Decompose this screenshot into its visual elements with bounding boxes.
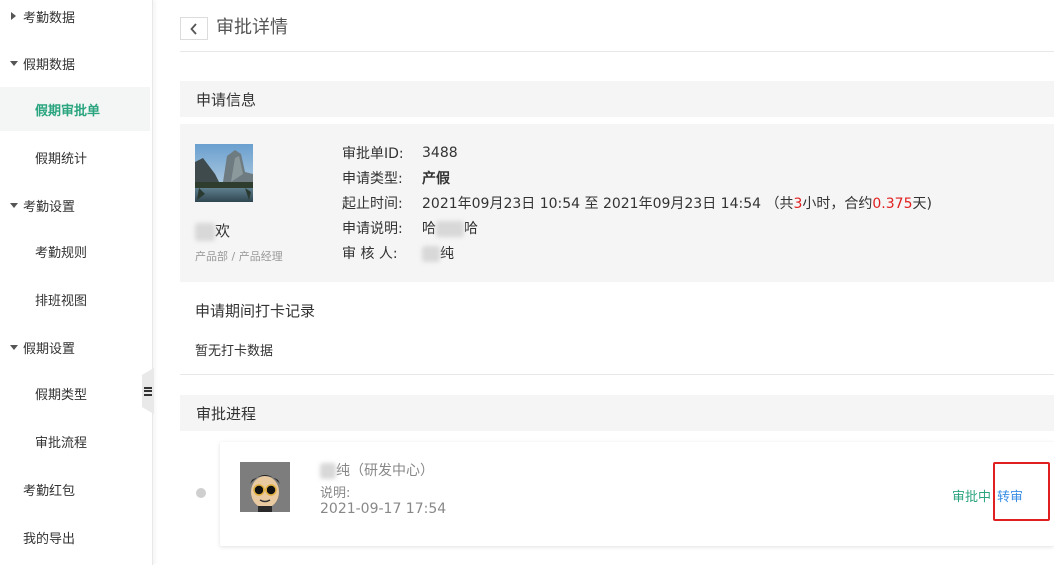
- section-apply-info: 申请信息: [180, 81, 1054, 117]
- blurred-text: [436, 220, 464, 237]
- landscape-photo-icon: [195, 144, 253, 202]
- checkin-empty-text: 暂无打卡数据: [195, 344, 274, 359]
- info-label: 起止时间:: [342, 195, 403, 212]
- sidebar-item-leave-approvals[interactable]: 假期审批单: [0, 87, 150, 131]
- chevron-left-icon: [190, 22, 197, 35]
- applicant-avatar: [195, 144, 253, 202]
- highlight-annotation-box: [993, 462, 1050, 521]
- sidebar-item-my-exports[interactable]: 我的导出: [0, 515, 150, 559]
- reviewer-time: 2021-09-17 17:54: [320, 501, 447, 517]
- info-label: 申请类型:: [342, 170, 403, 187]
- sidebar-item-approval-flow[interactable]: 审批流程: [0, 419, 150, 463]
- divider: [180, 374, 1054, 375]
- cartoon-avatar-icon: [240, 462, 290, 512]
- applicant-department: 产品部 / 产品经理: [195, 250, 283, 263]
- info-row-id: 审批单ID: 3488: [342, 140, 932, 165]
- sidebar-item-leave-types[interactable]: 假期类型: [0, 371, 150, 415]
- menu-group-label: 考勤数据: [23, 10, 76, 26]
- sidebar-item-label: 审批流程: [35, 435, 88, 451]
- section-process: 审批进程: [180, 395, 1054, 431]
- blurred-text: [195, 222, 215, 241]
- info-label: 审批单ID:: [342, 145, 404, 162]
- days-value: 0.375: [872, 195, 913, 212]
- note-prefix: 哈: [422, 220, 436, 237]
- time-post: 天): [912, 195, 932, 212]
- time-range: 2021年09月23日 10:54 至 2021年09月23日 14:54 （共: [422, 195, 794, 212]
- blurred-text: [422, 245, 440, 262]
- info-value: 哈哈: [422, 218, 478, 238]
- main-content: 审批详情 申请信息 欢 产品部 / 产品经理 审批单ID: 3488 申请类型:…: [180, 0, 1054, 565]
- info-value: 3488: [422, 144, 458, 161]
- section-checkin-title: 申请期间打卡记录: [195, 302, 316, 320]
- caret-down-icon: [10, 202, 18, 208]
- sidebar-item-label: 我的导出: [23, 531, 76, 547]
- menu-group-leave-settings[interactable]: 假期设置: [0, 325, 150, 369]
- menu-group-label: 假期设置: [23, 341, 76, 357]
- menu-icon: [144, 386, 152, 396]
- caret-down-icon: [10, 344, 18, 350]
- menu-group-label: 假期数据: [23, 57, 76, 73]
- menu-group-attendance-data[interactable]: 考勤数据: [0, 0, 150, 38]
- sidebar-item-label: 假期类型: [35, 387, 88, 403]
- reviewer-suffix: 纯: [440, 245, 454, 262]
- sidebar-item-label: 假期审批单: [35, 103, 101, 119]
- sidebar-item-label: 考勤规则: [35, 245, 88, 261]
- sidebar-item-attendance-redpacket[interactable]: 考勤红包: [0, 467, 150, 511]
- blurred-text: [320, 463, 336, 479]
- caret-down-icon: [10, 60, 18, 66]
- info-value: 产假: [422, 170, 450, 187]
- sidebar-item-label: 考勤红包: [23, 483, 76, 499]
- caret-right-icon: [11, 12, 16, 20]
- info-row-time: 起止时间: 2021年09月23日 10:54 至 2021年09月23日 14…: [342, 190, 932, 215]
- info-row-reviewer: 审 核 人: 纯: [342, 240, 932, 265]
- back-button[interactable]: [180, 17, 208, 40]
- reviewer-avatar: [240, 462, 290, 512]
- reviewer-suffix: 纯: [336, 463, 350, 479]
- status-badge: 审批中: [952, 490, 992, 505]
- sidebar: 考勤数据 假期数据 假期审批单 假期统计 考勤设置 考勤规则 排班视图 假期设置…: [0, 0, 153, 565]
- info-label: 申请说明:: [342, 220, 403, 237]
- menu-group-leave-data[interactable]: 假期数据: [0, 41, 150, 85]
- note-suffix: 哈: [464, 220, 478, 237]
- apply-info-rows: 审批单ID: 3488 申请类型: 产假 起止时间: 2021年09月23日 1…: [342, 140, 932, 265]
- sidebar-collapse-handle[interactable]: [142, 368, 154, 414]
- applicant-name: 欢: [195, 220, 230, 241]
- sidebar-item-attendance-rules[interactable]: 考勤规则: [0, 229, 150, 273]
- process-card: 纯（研发中心） 说明: 2021-09-17 17:54 审批中 转审: [220, 442, 1054, 546]
- info-label: 审 核 人:: [342, 245, 398, 262]
- applicant-name-suffix: 欢: [215, 222, 231, 240]
- time-mid: 小时，合约: [802, 195, 873, 212]
- reviewer-dept: （研发中心）: [350, 463, 434, 479]
- reviewer-name: 纯（研发中心）: [320, 460, 434, 480]
- info-value: 纯: [422, 243, 454, 263]
- info-row-type: 申请类型: 产假: [342, 165, 932, 190]
- reviewer-note-label: 说明:: [320, 486, 351, 501]
- timeline-dot: [196, 488, 206, 498]
- menu-group-attendance-settings[interactable]: 考勤设置: [0, 183, 150, 227]
- page-title: 审批详情: [216, 17, 288, 38]
- menu-group-label: 考勤设置: [23, 199, 76, 215]
- info-row-note: 申请说明: 哈哈: [342, 215, 932, 240]
- sidebar-item-label: 排班视图: [35, 293, 88, 309]
- sidebar-item-leave-stats[interactable]: 假期统计: [0, 135, 150, 179]
- page-header: 审批详情: [180, 0, 1054, 52]
- info-value: 2021年09月23日 10:54 至 2021年09月23日 14:54 （共…: [422, 193, 932, 213]
- sidebar-item-schedule-view[interactable]: 排班视图: [0, 277, 150, 321]
- apply-info-panel: 欢 产品部 / 产品经理 审批单ID: 3488 申请类型: 产假 起止时间: …: [180, 124, 1054, 282]
- sidebar-item-label: 假期统计: [35, 151, 88, 167]
